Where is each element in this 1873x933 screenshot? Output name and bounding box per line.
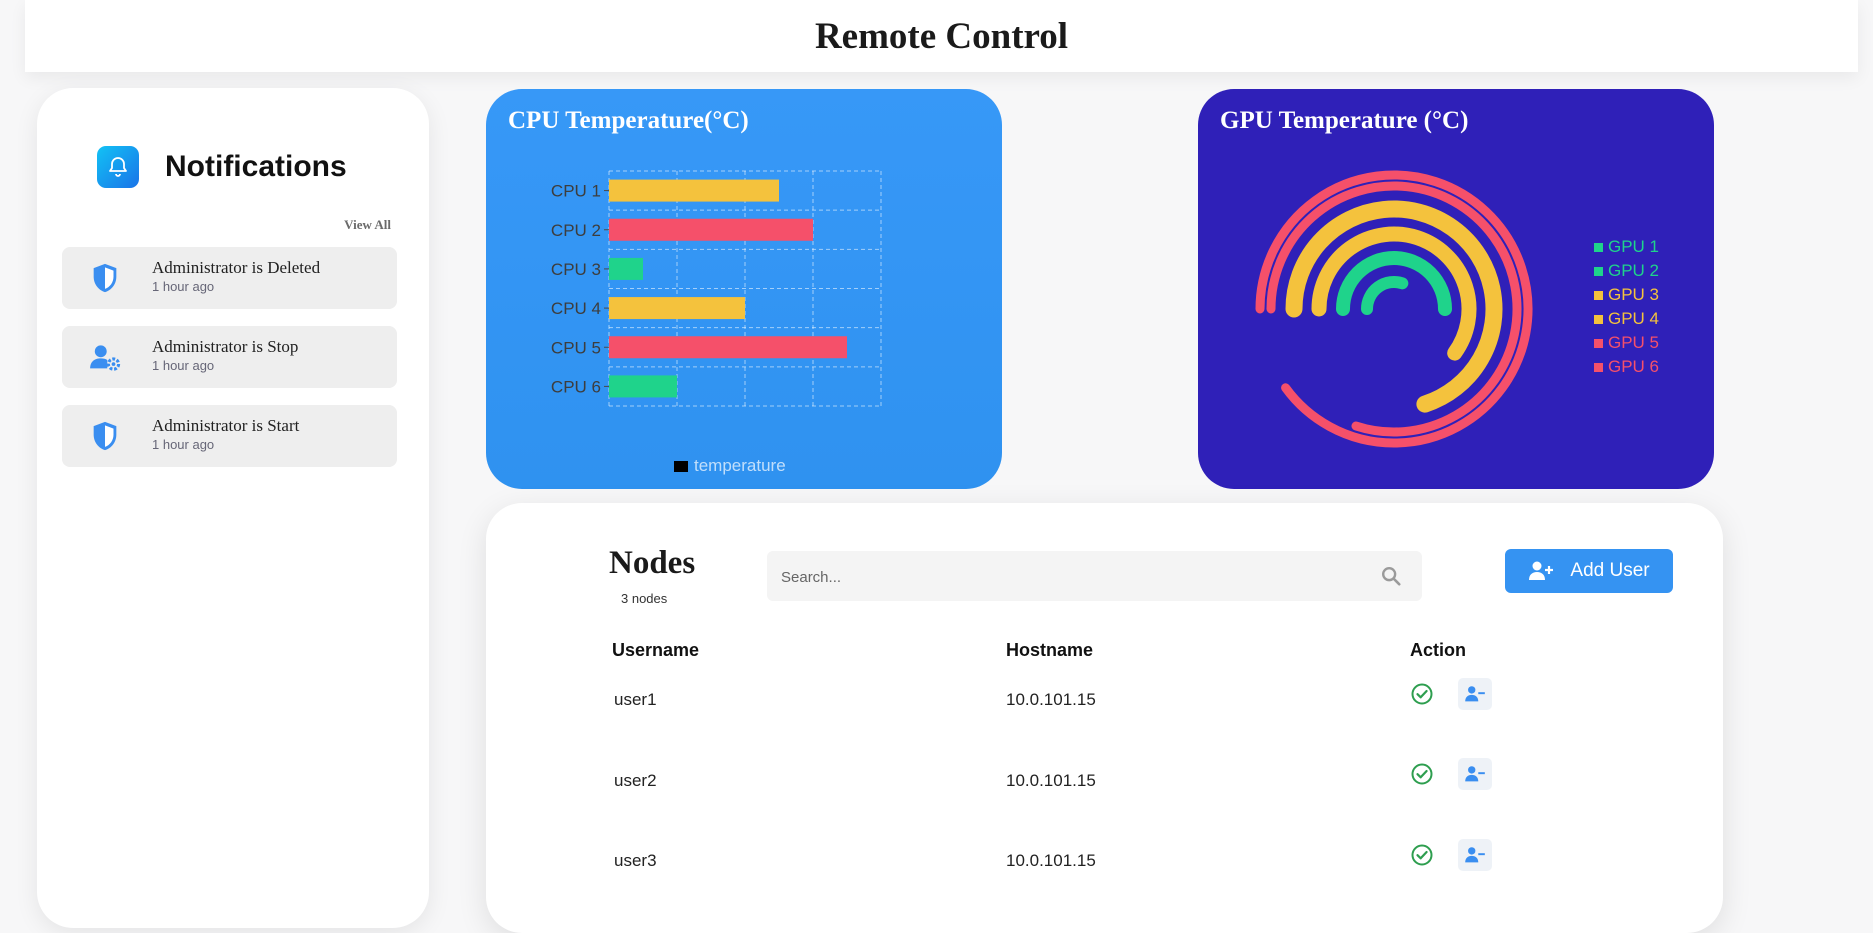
user-minus-icon [1465, 766, 1485, 782]
nodes-count: 3 nodes [621, 591, 668, 606]
legend-label: GPU 1 [1608, 237, 1659, 256]
view-all-link[interactable]: View All [344, 217, 391, 233]
legend-swatch [674, 461, 688, 472]
cpu-bar [609, 257, 643, 280]
notification-item[interactable]: Administrator is Start 1 hour ago [62, 405, 397, 467]
gpu-arc [1361, 276, 1409, 315]
gpu-temperature-card: GPU Temperature (°C) GPU 1 GPU 2 GPU 3 GPU … [1198, 89, 1714, 489]
notifications-header: Notifications [97, 146, 347, 188]
row-username: user2 [614, 771, 657, 790]
cpu-tick-label: CPU 1 [551, 182, 601, 201]
add-user-label: Add User [1570, 560, 1650, 581]
row-hostname: 10.0.101.15 [1006, 771, 1096, 790]
column-header-hostname: Hostname [1006, 640, 1094, 660]
row-username: user1 [614, 690, 657, 709]
legend-swatch [1594, 267, 1603, 276]
legend-swatch [1594, 315, 1603, 324]
page-title: Remote Control [814, 15, 1069, 57]
remove-user-button[interactable] [1458, 678, 1492, 710]
notifications-title: Notifications [165, 150, 347, 183]
top-header: Remote Control [25, 0, 1858, 72]
legend-label: GPU 2 [1608, 261, 1659, 280]
legend-label: GPU 5 [1608, 333, 1659, 352]
remove-user-button[interactable] [1458, 839, 1492, 871]
check-icon[interactable] [1410, 843, 1434, 867]
gpu-arc [1266, 181, 1522, 437]
gpu-radial-chart: GPU 1 GPU 2 GPU 3 GPU 4 GPU 5 GPU 6 [1255, 170, 1659, 448]
cpu-tick-label: CPU 3 [551, 260, 601, 279]
add-user-icon [1529, 561, 1554, 580]
cpu-bar-chart: CPU 1 CPU 2 CPU 3 CPU 4 CPU 5 CPU 6 temperatur… [551, 170, 882, 475]
nodes-title: Nodes [609, 545, 696, 581]
notification-time: 1 hour ago [152, 279, 215, 294]
user-minus-icon [1465, 686, 1485, 702]
search-bar [767, 551, 1422, 603]
check-icon[interactable] [1410, 682, 1434, 706]
notification-time: 1 hour ago [152, 358, 215, 373]
notification-text: Administrator is Deleted [152, 258, 321, 277]
check-icon[interactable] [1410, 762, 1434, 786]
notification-text: Administrator is Stop [152, 337, 299, 356]
notification-time: 1 hour ago [152, 437, 215, 452]
nodes-panel: Nodes 3 nodes Add User Username Hostname… [486, 503, 1723, 933]
user-gear-icon [90, 345, 121, 371]
cpu-tick-label: CPU 4 [551, 299, 601, 318]
legend-label: temperature [694, 456, 786, 475]
remove-user-button[interactable] [1458, 758, 1492, 790]
row-username: user3 [614, 851, 657, 870]
notifications-panel: Notifications View All Administrator is … [37, 88, 429, 928]
legend-swatch [1594, 291, 1603, 300]
shield-icon [93, 263, 117, 293]
cpu-bar [609, 375, 677, 398]
notification-item[interactable]: Administrator is Deleted 1 hour ago [62, 247, 397, 309]
cpu-tick-label: CPU 6 [551, 377, 601, 396]
user-minus-icon [1465, 847, 1485, 863]
legend-label: GPU 3 [1608, 285, 1659, 304]
cpu-tick-label: CPU 2 [551, 221, 601, 240]
legend-swatch [1594, 339, 1603, 348]
legend-swatch [1594, 363, 1603, 372]
column-header-action: Action [1410, 640, 1466, 660]
search-icon[interactable] [1380, 565, 1402, 587]
cpu-bar [609, 336, 847, 359]
search-input[interactable] [779, 551, 1363, 603]
legend-swatch [1594, 243, 1603, 252]
bell-icon [97, 146, 139, 188]
row-hostname: 10.0.101.15 [1006, 690, 1096, 709]
cpu-bar [609, 179, 779, 202]
row-hostname: 10.0.101.15 [1006, 851, 1096, 870]
shield-icon [93, 421, 117, 451]
gpu-legend: GPU 1 GPU 2 GPU 3 GPU 4 GPU 5 GPU 6 [1594, 237, 1659, 376]
cpu-legend: temperature [674, 456, 786, 475]
cpu-temperature-card: CPU Temperature(°C) CPU 1 CPU 2 CPU 3 CPU 4… [486, 89, 1002, 489]
cpu-grid [608, 170, 882, 407]
add-user-button[interactable]: Add User [1505, 549, 1673, 593]
cpu-bar [609, 218, 813, 241]
notification-text: Administrator is Start [152, 416, 300, 435]
column-header-username: Username [612, 640, 700, 660]
cpu-bar [609, 297, 745, 320]
legend-label: GPU 6 [1608, 357, 1659, 376]
legend-label: GPU 4 [1608, 309, 1659, 328]
notification-item[interactable]: Administrator is Stop 1 hour ago [62, 326, 397, 388]
cpu-tick-label: CPU 5 [551, 338, 601, 357]
